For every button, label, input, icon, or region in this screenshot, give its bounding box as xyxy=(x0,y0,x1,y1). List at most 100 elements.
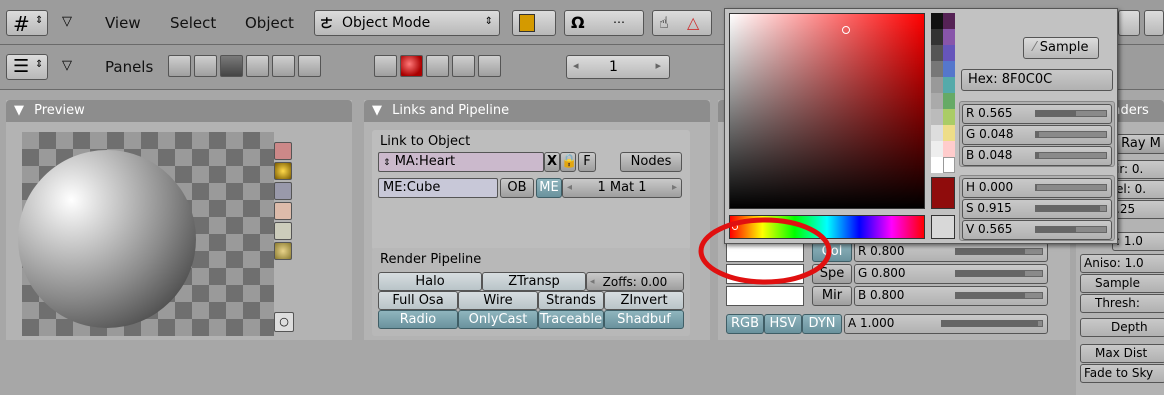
palette-swatch[interactable] xyxy=(931,157,943,173)
sample-button[interactable]: ⁄ Sample xyxy=(1023,37,1099,59)
palette-swatch[interactable] xyxy=(931,93,943,109)
max-dist-field[interactable]: Max Dist xyxy=(1080,344,1164,363)
mesh-name-field[interactable]: ME:Cube xyxy=(378,178,498,198)
palette-swatch[interactable] xyxy=(931,13,943,29)
material-r-slider[interactable]: R 0.800 xyxy=(854,242,1048,262)
preview-flat-icon[interactable] xyxy=(274,142,292,160)
menu-select[interactable]: Select xyxy=(170,14,216,32)
onlycast-button[interactable]: OnlyCast xyxy=(458,310,538,329)
thresh-field[interactable]: Thresh: xyxy=(1080,294,1164,313)
palette-swatch[interactable] xyxy=(931,29,943,45)
hsv-tab[interactable]: HSV xyxy=(764,314,802,334)
unlink-material-button[interactable]: X xyxy=(544,152,560,172)
picker-b-slider[interactable]: B 0.048 xyxy=(962,146,1112,166)
preview-sphere-icon[interactable] xyxy=(274,162,292,180)
picker-h-slider[interactable]: H 0.000 xyxy=(962,178,1112,198)
ztransp-button[interactable]: ZTransp xyxy=(482,272,586,291)
pivot-button[interactable]: Ω ⋯ xyxy=(564,10,644,36)
samples-field[interactable]: Sample xyxy=(1080,274,1164,293)
palette-swatch[interactable] xyxy=(931,45,943,61)
collapse-triangle-icon[interactable]: ▽ xyxy=(62,58,72,73)
wire-button[interactable]: Wire xyxy=(458,291,538,310)
nodes-button[interactable]: Nodes xyxy=(620,152,682,172)
script-tab-icon[interactable] xyxy=(194,55,217,77)
radio-button[interactable]: Radio xyxy=(378,310,458,329)
picker-s-slider[interactable]: S 0.915 xyxy=(962,199,1112,219)
fade-to-sky-dropdown[interactable]: Fade to Sky xyxy=(1080,364,1164,383)
preview-options-button[interactable]: ○ xyxy=(274,312,294,332)
shading-tab-icon[interactable] xyxy=(220,55,243,77)
shader-field-3[interactable]: .25 xyxy=(1112,200,1164,219)
lamp-icon[interactable] xyxy=(374,55,397,77)
palette-swatch[interactable] xyxy=(943,61,955,77)
right-header-button-1[interactable] xyxy=(1118,10,1140,36)
strands-button[interactable]: Strands xyxy=(538,291,604,310)
material-icon[interactable] xyxy=(400,55,423,77)
palette-swatch[interactable] xyxy=(931,141,943,157)
aniso-field[interactable]: Aniso: 1.0 xyxy=(1080,254,1164,273)
world-icon[interactable] xyxy=(478,55,501,77)
hex-field[interactable]: Hex: 8F0C0C xyxy=(961,69,1113,91)
editor-type-button-2[interactable]: ☰ ⇕ xyxy=(6,54,48,80)
editing-tab-icon[interactable] xyxy=(272,55,295,77)
full-osa-button[interactable]: Full Osa xyxy=(378,291,458,310)
palette-swatch[interactable] xyxy=(943,29,955,45)
palette-swatch[interactable] xyxy=(943,157,955,173)
palette-swatch[interactable] xyxy=(943,141,955,157)
ob-toggle[interactable]: OB xyxy=(500,178,534,198)
rgb-tab[interactable]: RGB xyxy=(726,314,764,334)
shader-field-4[interactable]: : 1.0 xyxy=(1112,232,1164,251)
palette-swatch[interactable] xyxy=(943,13,955,29)
editor-type-button[interactable]: # ⇕ xyxy=(6,10,48,36)
material-b-slider[interactable]: B 0.800 xyxy=(854,286,1048,306)
palette-swatch[interactable] xyxy=(943,45,955,61)
halo-button[interactable]: Halo xyxy=(378,272,482,291)
preview-panel-header[interactable]: ▼ Preview xyxy=(6,100,352,122)
depth-field[interactable]: Depth xyxy=(1080,318,1164,337)
frame-number-field[interactable]: ◂ 1 ▸ xyxy=(566,55,670,79)
preview-cube-icon[interactable] xyxy=(274,182,292,200)
preview-monkey-icon[interactable] xyxy=(274,202,292,220)
menu-view[interactable]: View xyxy=(105,14,141,32)
me-toggle[interactable]: ME xyxy=(536,178,562,198)
panels-label[interactable]: Panels xyxy=(105,58,153,76)
object-tab-icon[interactable] xyxy=(246,55,269,77)
fake-user-button[interactable]: F xyxy=(578,152,596,172)
picker-r-slider[interactable]: R 0.565 xyxy=(962,104,1112,124)
texture-icon[interactable] xyxy=(426,55,449,77)
palette-swatch[interactable] xyxy=(931,125,943,141)
links-panel-header[interactable]: ▼ Links and Pipeline xyxy=(364,100,710,122)
palette-swatch[interactable] xyxy=(931,109,943,125)
zoffs-field[interactable]: ◂ Zoffs: 0.00 xyxy=(586,272,684,291)
palette-swatch[interactable] xyxy=(943,109,955,125)
mode-dropdown[interactable]: ㄜ Object Mode ⇕ xyxy=(314,10,500,36)
mir-button[interactable]: Mir xyxy=(812,286,852,306)
preview-sky-icon[interactable] xyxy=(274,242,292,260)
logic-tab-icon[interactable] xyxy=(168,55,191,77)
material-index-field[interactable]: ◂ 1 Mat 1 ▸ xyxy=(562,178,682,198)
shader-field-1[interactable]: ir: 0. xyxy=(1112,160,1164,179)
saturation-value-field[interactable] xyxy=(729,13,925,209)
collapse-triangle-icon[interactable]: ▽ xyxy=(62,14,72,29)
palette-swatch[interactable] xyxy=(943,77,955,93)
shadbuf-button[interactable]: Shadbuf xyxy=(604,310,684,329)
palette-swatch[interactable] xyxy=(943,93,955,109)
ray-mirror-button[interactable]: Ray M xyxy=(1116,134,1164,154)
shader-field-2[interactable]: el: 0. xyxy=(1112,180,1164,199)
draw-type-button[interactable] xyxy=(512,10,556,36)
palette-swatch[interactable] xyxy=(931,61,943,77)
hand-tool-button[interactable]: ☝ △ xyxy=(652,10,712,36)
dyn-tab[interactable]: DYN xyxy=(802,314,842,334)
radiosity-icon[interactable] xyxy=(452,55,475,77)
palette-swatch[interactable] xyxy=(943,125,955,141)
picker-g-slider[interactable]: G 0.048 xyxy=(962,125,1112,145)
material-name-field[interactable]: ⇕ MA:Heart xyxy=(378,152,544,172)
material-g-slider[interactable]: G 0.800 xyxy=(854,264,1048,284)
preview-hair-icon[interactable] xyxy=(274,222,292,240)
palette-swatch[interactable] xyxy=(931,77,943,93)
lock-icon[interactable]: 🔒 xyxy=(560,152,577,172)
scene-tab-icon[interactable] xyxy=(298,55,321,77)
material-alpha-slider[interactable]: A 1.000 xyxy=(844,314,1048,334)
menu-object[interactable]: Object xyxy=(245,14,294,32)
picker-v-slider[interactable]: V 0.565 xyxy=(962,220,1112,240)
